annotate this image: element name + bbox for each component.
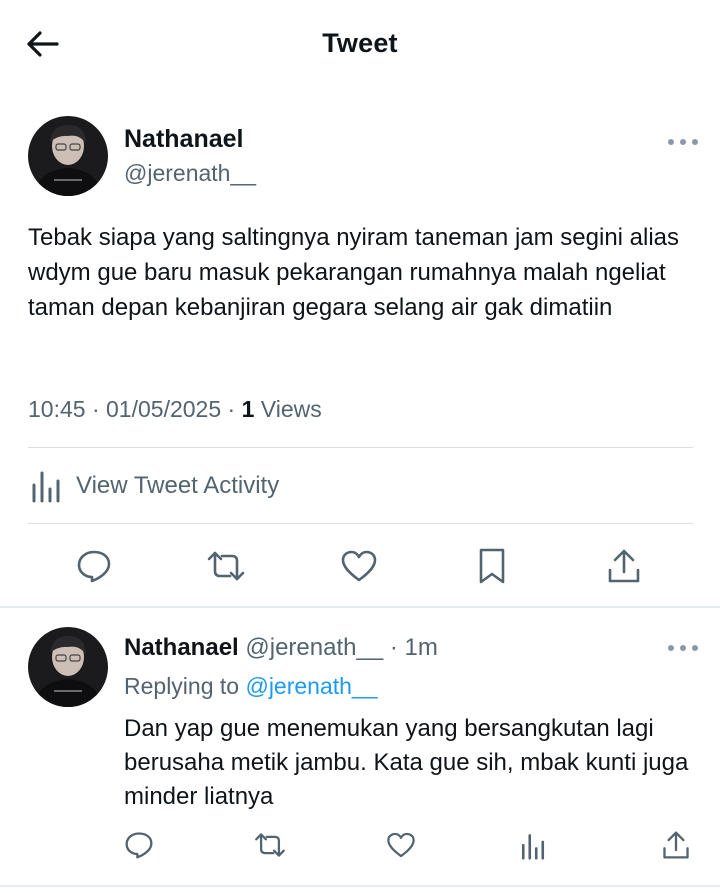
divider (28, 447, 693, 448)
avatar[interactable] (28, 116, 108, 196)
divider (28, 523, 693, 524)
reply-header: Nathanael @jerenath__ · 1m (124, 634, 438, 661)
section-divider (0, 606, 720, 608)
retweet-button[interactable] (204, 545, 248, 587)
share-upload-icon (608, 549, 640, 583)
more-horizontal-icon (668, 645, 674, 651)
bar-chart-icon (32, 471, 60, 503)
top-bar: Tweet (0, 0, 720, 90)
section-divider (0, 885, 720, 887)
reply-avatar[interactable] (28, 627, 108, 707)
reply-text: Dan yap gue menemukan yang bersangkutan … (124, 715, 689, 810)
share-button[interactable] (603, 545, 645, 587)
reply-author-name[interactable]: Nathanael (124, 634, 239, 661)
reply-more-options-button[interactable] (668, 641, 698, 655)
views-label: Views (260, 396, 322, 422)
speech-bubble-icon (125, 832, 153, 859)
tweet-date: 01/05/2025 (106, 396, 222, 422)
retweet-icon (207, 551, 245, 581)
author-handle[interactable]: @jerenath__ (124, 160, 256, 187)
reply-author-handle[interactable]: @jerenath__ (245, 634, 383, 661)
reply-retweet-button[interactable] (252, 828, 288, 862)
tweet-text: Tebak siapa yang saltingnya nyiram tanem… (28, 224, 680, 321)
bookmark-button[interactable] (471, 545, 513, 587)
like-button[interactable] (338, 545, 380, 587)
heart-icon (341, 550, 377, 582)
tweet-time: 10:45 (28, 396, 86, 422)
replying-to: Replying to @jerenath__ (124, 673, 378, 700)
bookmark-icon (479, 548, 505, 584)
author-name[interactable]: Nathanael (124, 125, 243, 154)
share-upload-icon (663, 831, 689, 859)
speech-bubble-icon (77, 550, 111, 583)
reply-button[interactable] (73, 545, 115, 587)
reply-time: 1m (404, 634, 438, 661)
views-count: 1 (241, 396, 255, 422)
activity-label: View Tweet Activity (76, 472, 280, 499)
bar-chart-icon (521, 834, 545, 860)
reply-analytics-button[interactable] (516, 828, 550, 864)
reply-reply-button[interactable] (122, 828, 156, 862)
replying-mention-link[interactable]: @jerenath__ (245, 673, 377, 699)
replying-prefix: Replying to (124, 673, 240, 699)
more-horizontal-icon (668, 139, 674, 145)
tweet-meta: 10:45 · 01/05/2025 · 1 Views (28, 396, 322, 422)
reply-share-button[interactable] (659, 827, 693, 863)
view-tweet-activity-button[interactable]: View Tweet Activity (30, 466, 279, 506)
reply-like-button[interactable] (384, 828, 418, 862)
more-options-button[interactable] (668, 135, 698, 149)
heart-icon (387, 832, 415, 858)
retweet-icon (255, 833, 285, 857)
page-title: Tweet (322, 28, 398, 58)
